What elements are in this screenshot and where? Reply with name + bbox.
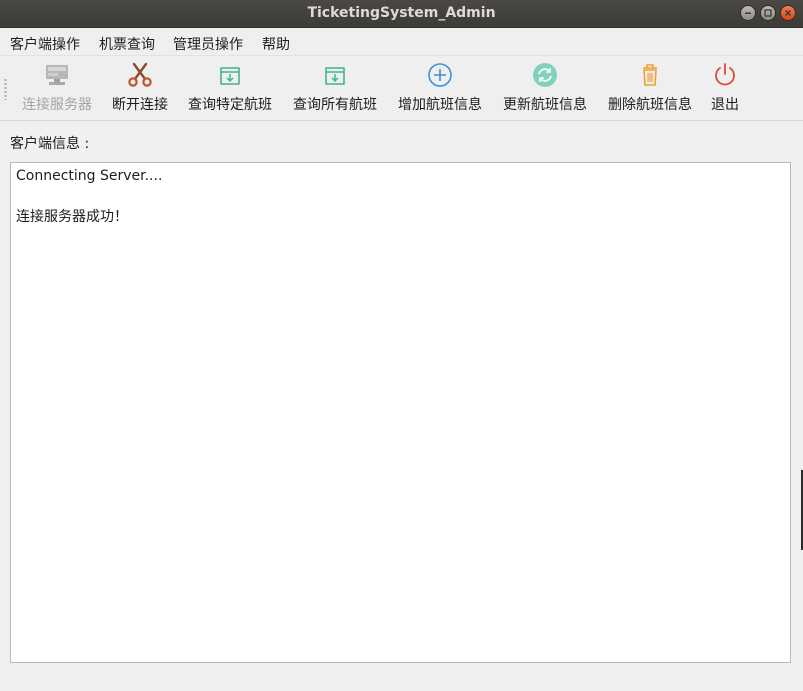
- client-info-label: 客户端信息 :: [10, 136, 90, 152]
- minimize-icon: [745, 12, 751, 14]
- query-specific-flight-button[interactable]: 查询特定航班: [183, 62, 277, 118]
- menu-ticket-query[interactable]: 机票查询: [99, 34, 155, 54]
- update-flight-label: 更新航班信息: [503, 97, 587, 113]
- close-button[interactable]: [780, 5, 796, 21]
- download-box-icon: [220, 67, 240, 85]
- window-title: TicketingSystem_Admin: [307, 5, 496, 21]
- maximize-icon: [764, 9, 772, 17]
- toolbar-grip-handle[interactable]: [4, 78, 7, 100]
- app-window: TicketingSystem_Admin 客户端操作 机票查询 管理员操作 帮…: [0, 0, 803, 691]
- menu-admin-ops[interactable]: 管理员操作: [173, 34, 243, 54]
- add-flight-button[interactable]: 增加航班信息: [393, 62, 487, 118]
- title-bar[interactable]: TicketingSystem_Admin: [0, 0, 803, 28]
- connect-server-label: 连接服务器: [22, 97, 92, 113]
- toolbar: 连接服务器 断开连接 查询特定航班 查询所有航班 增加航班信息 更新航班信息 删…: [0, 56, 803, 121]
- menu-bar: 客户端操作 机票查询 管理员操作 帮助: [0, 28, 803, 56]
- log-line: Connecting Server....: [16, 168, 163, 184]
- close-icon: [784, 9, 792, 17]
- delete-flight-button[interactable]: 删除航班信息: [603, 62, 697, 118]
- menu-client-ops[interactable]: 客户端操作: [10, 34, 80, 54]
- delete-flight-label: 删除航班信息: [608, 97, 692, 113]
- query-specific-flight-label: 查询特定航班: [188, 97, 272, 113]
- power-icon: [715, 63, 735, 86]
- scissors-icon: [128, 62, 152, 87]
- exit-button[interactable]: 退出: [708, 62, 742, 118]
- refresh-icon: [533, 63, 557, 87]
- exit-label: 退出: [711, 97, 739, 113]
- menu-help[interactable]: 帮助: [262, 34, 290, 54]
- client-info-log[interactable]: Connecting Server.... 连接服务器成功！: [10, 162, 791, 663]
- log-line: 连接服务器成功！: [16, 209, 128, 225]
- query-all-flights-label: 查询所有航班: [293, 97, 377, 113]
- minimize-button[interactable]: [740, 5, 756, 21]
- trash-icon: [643, 64, 657, 86]
- disconnect-label: 断开连接: [112, 97, 168, 113]
- connect-server-button[interactable]: 连接服务器: [17, 62, 97, 118]
- disconnect-button[interactable]: 断开连接: [108, 62, 172, 118]
- update-flight-button[interactable]: 更新航班信息: [498, 62, 592, 118]
- maximize-button[interactable]: [760, 5, 776, 21]
- query-all-flights-button[interactable]: 查询所有航班: [288, 62, 382, 118]
- download-box-icon: [325, 67, 345, 85]
- plus-circle-icon: [428, 63, 452, 87]
- server-icon: [46, 65, 68, 85]
- add-flight-label: 增加航班信息: [398, 97, 482, 113]
